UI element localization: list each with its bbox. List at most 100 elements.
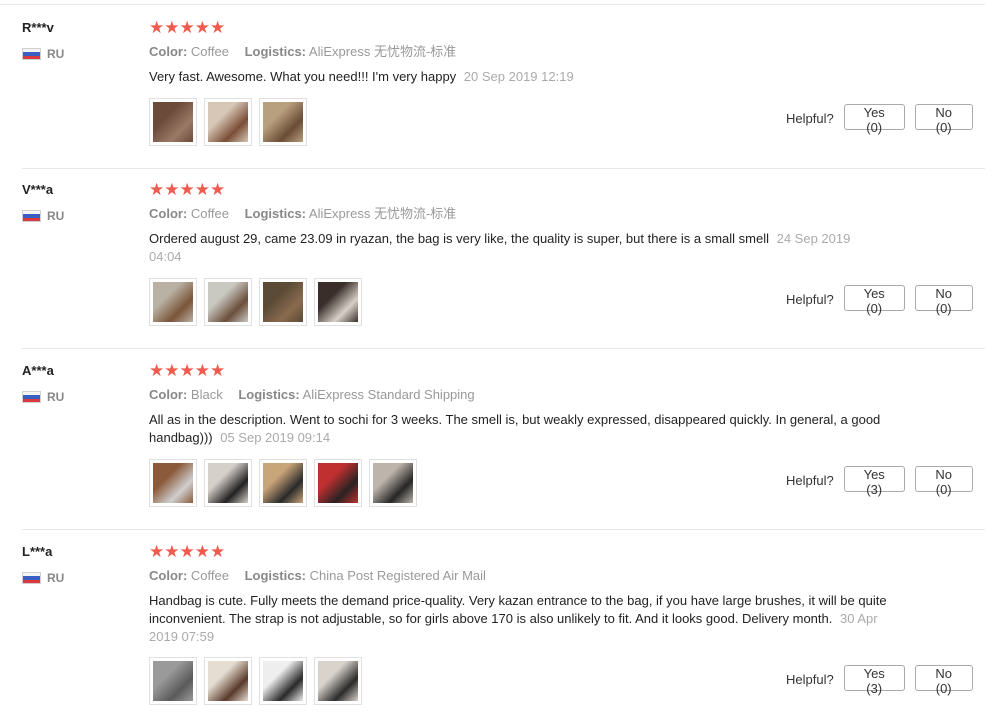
- review-text: Very fast. Awesome. What you need!!! I'm…: [149, 69, 457, 84]
- helpful-vote: Helpful? Yes (0) No (0): [786, 104, 973, 135]
- reviewer-name: V***a: [22, 182, 54, 197]
- review-photo-2[interactable]: [204, 98, 252, 146]
- reviewer-info: L***a RU: [22, 544, 132, 585]
- helpful-label: Helpful?: [786, 472, 834, 488]
- review-meta: Color: Black Logistics: AliExpress Stand…: [149, 387, 889, 403]
- review-photo-image: [263, 463, 303, 503]
- review-text-block: Ordered august 29, came 23.09 in ryazan,…: [149, 230, 859, 266]
- review-photo-image: [208, 463, 248, 503]
- reviewer-country: RU: [22, 209, 132, 223]
- helpful-no-button[interactable]: No (0): [914, 665, 973, 696]
- helpful-yes-button[interactable]: Yes (0): [843, 104, 905, 135]
- review-meta: Color: Coffee Logistics: AliExpress 无忧物流…: [149, 44, 889, 60]
- reviewer-info: A***a RU: [22, 363, 132, 404]
- helpful-no-button[interactable]: No (0): [914, 285, 973, 316]
- review-photos: [149, 657, 369, 705]
- review-photos: [149, 98, 314, 146]
- review-text: Ordered august 29, came 23.09 in ryazan,…: [149, 231, 769, 246]
- review-photo-image: [263, 282, 303, 322]
- review-photo-image: [153, 463, 193, 503]
- country-code: RU: [47, 390, 65, 404]
- logistics-label: Logistics:: [238, 387, 300, 402]
- review-photo-3[interactable]: [259, 98, 307, 146]
- logistics-label: Logistics:: [244, 206, 307, 221]
- reviewer-name: R***v: [22, 20, 54, 35]
- country-code: RU: [47, 209, 65, 223]
- review-content: ★★★★★ Color: Coffee Logistics: AliExpres…: [149, 18, 889, 86]
- star-rating: ★★★★★: [149, 542, 226, 561]
- review-photos: [149, 459, 424, 507]
- logistics-value: AliExpress 无忧物流-标准: [308, 44, 457, 59]
- helpful-yes-button[interactable]: Yes (3): [843, 665, 905, 696]
- russia-flag-icon: [22, 48, 41, 60]
- review-photo-3[interactable]: [259, 459, 307, 507]
- reviewer-country: RU: [22, 571, 132, 585]
- reviewer-info: R***v RU: [22, 20, 132, 61]
- color-label: Color:: [149, 387, 188, 402]
- review-divider: [22, 348, 985, 349]
- review-photo-image: [208, 282, 248, 322]
- review-photo-image: [208, 661, 248, 701]
- review-photo-2[interactable]: [204, 278, 252, 326]
- reviewer-name: A***a: [22, 363, 54, 378]
- top-divider: [0, 4, 985, 5]
- helpful-vote: Helpful? Yes (3) No (0): [786, 665, 973, 696]
- logistics-value: China Post Registered Air Mail: [309, 568, 486, 583]
- review-photo-2[interactable]: [204, 657, 252, 705]
- color-label: Color:: [149, 44, 188, 59]
- review-photo-1[interactable]: [149, 98, 197, 146]
- logistics-label: Logistics:: [244, 568, 307, 583]
- review-photo-1[interactable]: [149, 278, 197, 326]
- star-rating: ★★★★★: [149, 180, 226, 199]
- review-content: ★★★★★ Color: Coffee Logistics: China Pos…: [149, 542, 889, 646]
- country-code: RU: [47, 47, 65, 61]
- helpful-vote: Helpful? Yes (3) No (0): [786, 466, 973, 497]
- review-photo-image: [263, 661, 303, 701]
- review-photo-3[interactable]: [259, 657, 307, 705]
- logistics-value: AliExpress Standard Shipping: [302, 387, 475, 402]
- helpful-no-button[interactable]: No (0): [914, 466, 973, 497]
- review-item: R***v RU ★★★★★ Color: Coffee Logistics: …: [0, 18, 1000, 168]
- review-photo-image: [318, 463, 358, 503]
- review-photo-3[interactable]: [259, 278, 307, 326]
- review-photo-4[interactable]: [314, 278, 362, 326]
- reviewer-name: L***a: [22, 544, 53, 559]
- helpful-label: Helpful?: [786, 291, 834, 307]
- review-photo-image: [153, 661, 193, 701]
- logistics-label: Logistics:: [244, 44, 307, 59]
- review-photo-2[interactable]: [204, 459, 252, 507]
- review-divider: [22, 168, 985, 169]
- review-meta: Color: Coffee Logistics: China Post Regi…: [149, 568, 889, 584]
- review-date: 20 Sep 2019 12:19: [463, 69, 574, 84]
- reviewer-country: RU: [22, 390, 132, 404]
- helpful-yes-button[interactable]: Yes (3): [843, 466, 905, 497]
- helpful-no-button[interactable]: No (0): [914, 104, 973, 135]
- reviewer-info: V***a RU: [22, 182, 132, 223]
- helpful-yes-button[interactable]: Yes (0): [843, 285, 905, 316]
- helpful-vote: Helpful? Yes (0) No (0): [786, 285, 973, 316]
- review-photo-4[interactable]: [314, 459, 362, 507]
- review-photo-1[interactable]: [149, 459, 197, 507]
- color-value: Black: [190, 387, 223, 402]
- russia-flag-icon: [22, 210, 41, 222]
- review-text-block: All as in the description. Went to sochi…: [149, 411, 889, 447]
- review-photo-image: [373, 463, 413, 503]
- color-label: Color:: [149, 206, 188, 221]
- review-photo-image: [318, 661, 358, 701]
- color-value: Coffee: [190, 568, 229, 583]
- review-content: ★★★★★ Color: Coffee Logistics: AliExpres…: [149, 180, 889, 266]
- review-photo-4[interactable]: [314, 657, 362, 705]
- review-photo-5[interactable]: [369, 459, 417, 507]
- star-rating: ★★★★★: [149, 18, 226, 37]
- review-photo-image: [263, 102, 303, 142]
- review-photo-image: [318, 282, 358, 322]
- review-text: Handbag is cute. Fully meets the demand …: [149, 593, 887, 626]
- color-label: Color:: [149, 568, 188, 583]
- reviewer-country: RU: [22, 47, 132, 61]
- review-photo-image: [153, 282, 193, 322]
- review-photo-image: [208, 102, 248, 142]
- review-date: 05 Sep 2019 09:14: [220, 430, 331, 445]
- review-text-block: Handbag is cute. Fully meets the demand …: [149, 592, 889, 646]
- review-item: A***a RU ★★★★★ Color: Black Logistics: A…: [0, 362, 1000, 529]
- review-photo-1[interactable]: [149, 657, 197, 705]
